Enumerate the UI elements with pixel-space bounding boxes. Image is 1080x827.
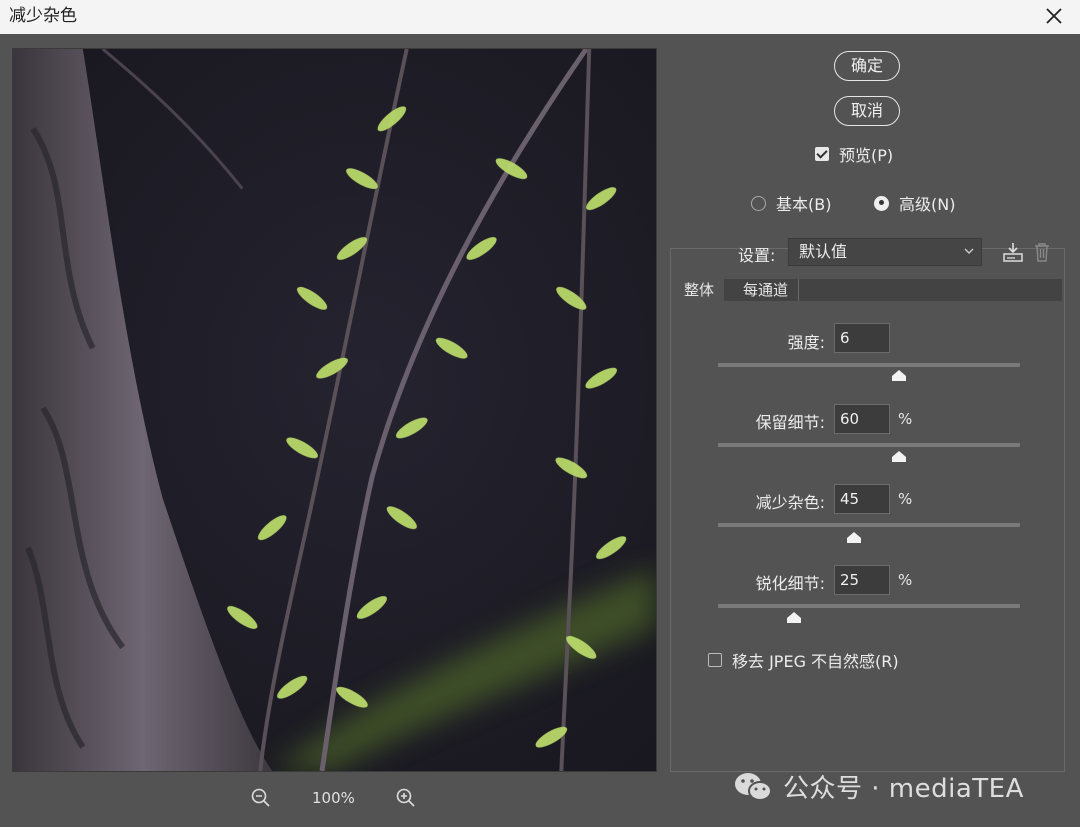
sharpen-details-track[interactable]: [718, 604, 1020, 608]
watermark: 公众号 · mediaTEA: [733, 768, 1024, 805]
wechat-icon: [735, 772, 772, 801]
watermark-text: 公众号 · mediaTEA: [783, 774, 1024, 804]
preview-checkbox[interactable]: 预览(P): [815, 142, 893, 166]
zoom-out-icon: [251, 788, 270, 807]
zoom-level: 100%: [312, 789, 355, 807]
preserve-details-thumb[interactable]: [892, 451, 907, 462]
preserve-details-input[interactable]: 60: [834, 404, 890, 434]
settings-value: 默认值: [799, 242, 848, 261]
radio-unselected-icon: [751, 195, 766, 211]
strength-track[interactable]: [718, 363, 1020, 367]
zoom-out-button[interactable]: [250, 787, 274, 811]
radio-advanced[interactable]: 高级(N): [874, 191, 955, 215]
reduce-color-noise-track[interactable]: [718, 523, 1020, 527]
tab-overall[interactable]: 整体: [674, 279, 725, 301]
ok-button[interactable]: 确定: [834, 51, 900, 81]
strength-label: 强度:: [787, 333, 825, 352]
remove-jpeg-artifact-checkbox[interactable]: 移去 JPEG 不自然感(R): [708, 648, 899, 672]
slider-thumb-icon: [846, 532, 861, 543]
zoom-bar: 100%: [250, 787, 430, 813]
radio-advanced-label: 高级(N): [899, 195, 956, 214]
reduce-color-noise-label: 减少杂色:: [755, 493, 825, 512]
slider-thumb-icon: [786, 612, 801, 623]
reduce-color-noise-input[interactable]: 45: [834, 484, 890, 514]
reduce-color-noise-unit: %: [898, 490, 913, 508]
close-button[interactable]: [1042, 4, 1066, 28]
slider-thumb-icon: [892, 451, 907, 462]
radio-selected-icon: [874, 195, 889, 211]
zoom-in-icon: [396, 788, 415, 807]
willow-branches-photo: [13, 49, 656, 771]
sharpen-details-label: 锐化细节:: [755, 574, 825, 593]
delete-settings-button[interactable]: [1031, 241, 1053, 263]
checkbox-checked-icon: [815, 147, 829, 161]
strength-input[interactable]: 6: [834, 323, 890, 353]
settings-dropdown[interactable]: 默认值: [788, 238, 982, 266]
save-settings-button[interactable]: [1002, 241, 1024, 263]
sharpen-details-unit: %: [898, 571, 913, 589]
preview-image[interactable]: [12, 48, 657, 772]
preserve-details-label: 保留细节:: [755, 413, 825, 432]
radio-basic-label: 基本(B): [776, 195, 832, 214]
preserve-details-track[interactable]: [718, 443, 1020, 447]
preserve-details-unit: %: [898, 410, 913, 428]
strength-thumb[interactable]: [892, 370, 907, 381]
tab-per-channel[interactable]: 每通道: [733, 279, 800, 301]
checkbox-unchecked-icon: [708, 653, 722, 667]
close-icon: [1046, 8, 1062, 24]
trash-icon: [1035, 243, 1049, 262]
zoom-in-button[interactable]: [395, 787, 419, 811]
radio-basic[interactable]: 基本(B): [751, 191, 831, 215]
reduce-color-noise-thumb[interactable]: [846, 532, 861, 543]
preview-checkbox-label: 预览(P): [839, 146, 894, 165]
sharpen-details-thumb[interactable]: [786, 612, 801, 623]
download-save-icon: [1003, 243, 1023, 262]
remove-jpeg-artifact-label: 移去 JPEG 不自然感(R): [732, 652, 899, 671]
sharpen-details-input[interactable]: 25: [834, 565, 890, 595]
dialog-title: 减少杂色: [9, 6, 77, 26]
cancel-button[interactable]: 取消: [834, 96, 900, 126]
title-bar: 减少杂色: [0, 0, 1080, 34]
chevron-down-icon: [964, 248, 974, 254]
settings-label: 设置:: [738, 246, 776, 265]
slider-thumb-icon: [892, 370, 907, 381]
